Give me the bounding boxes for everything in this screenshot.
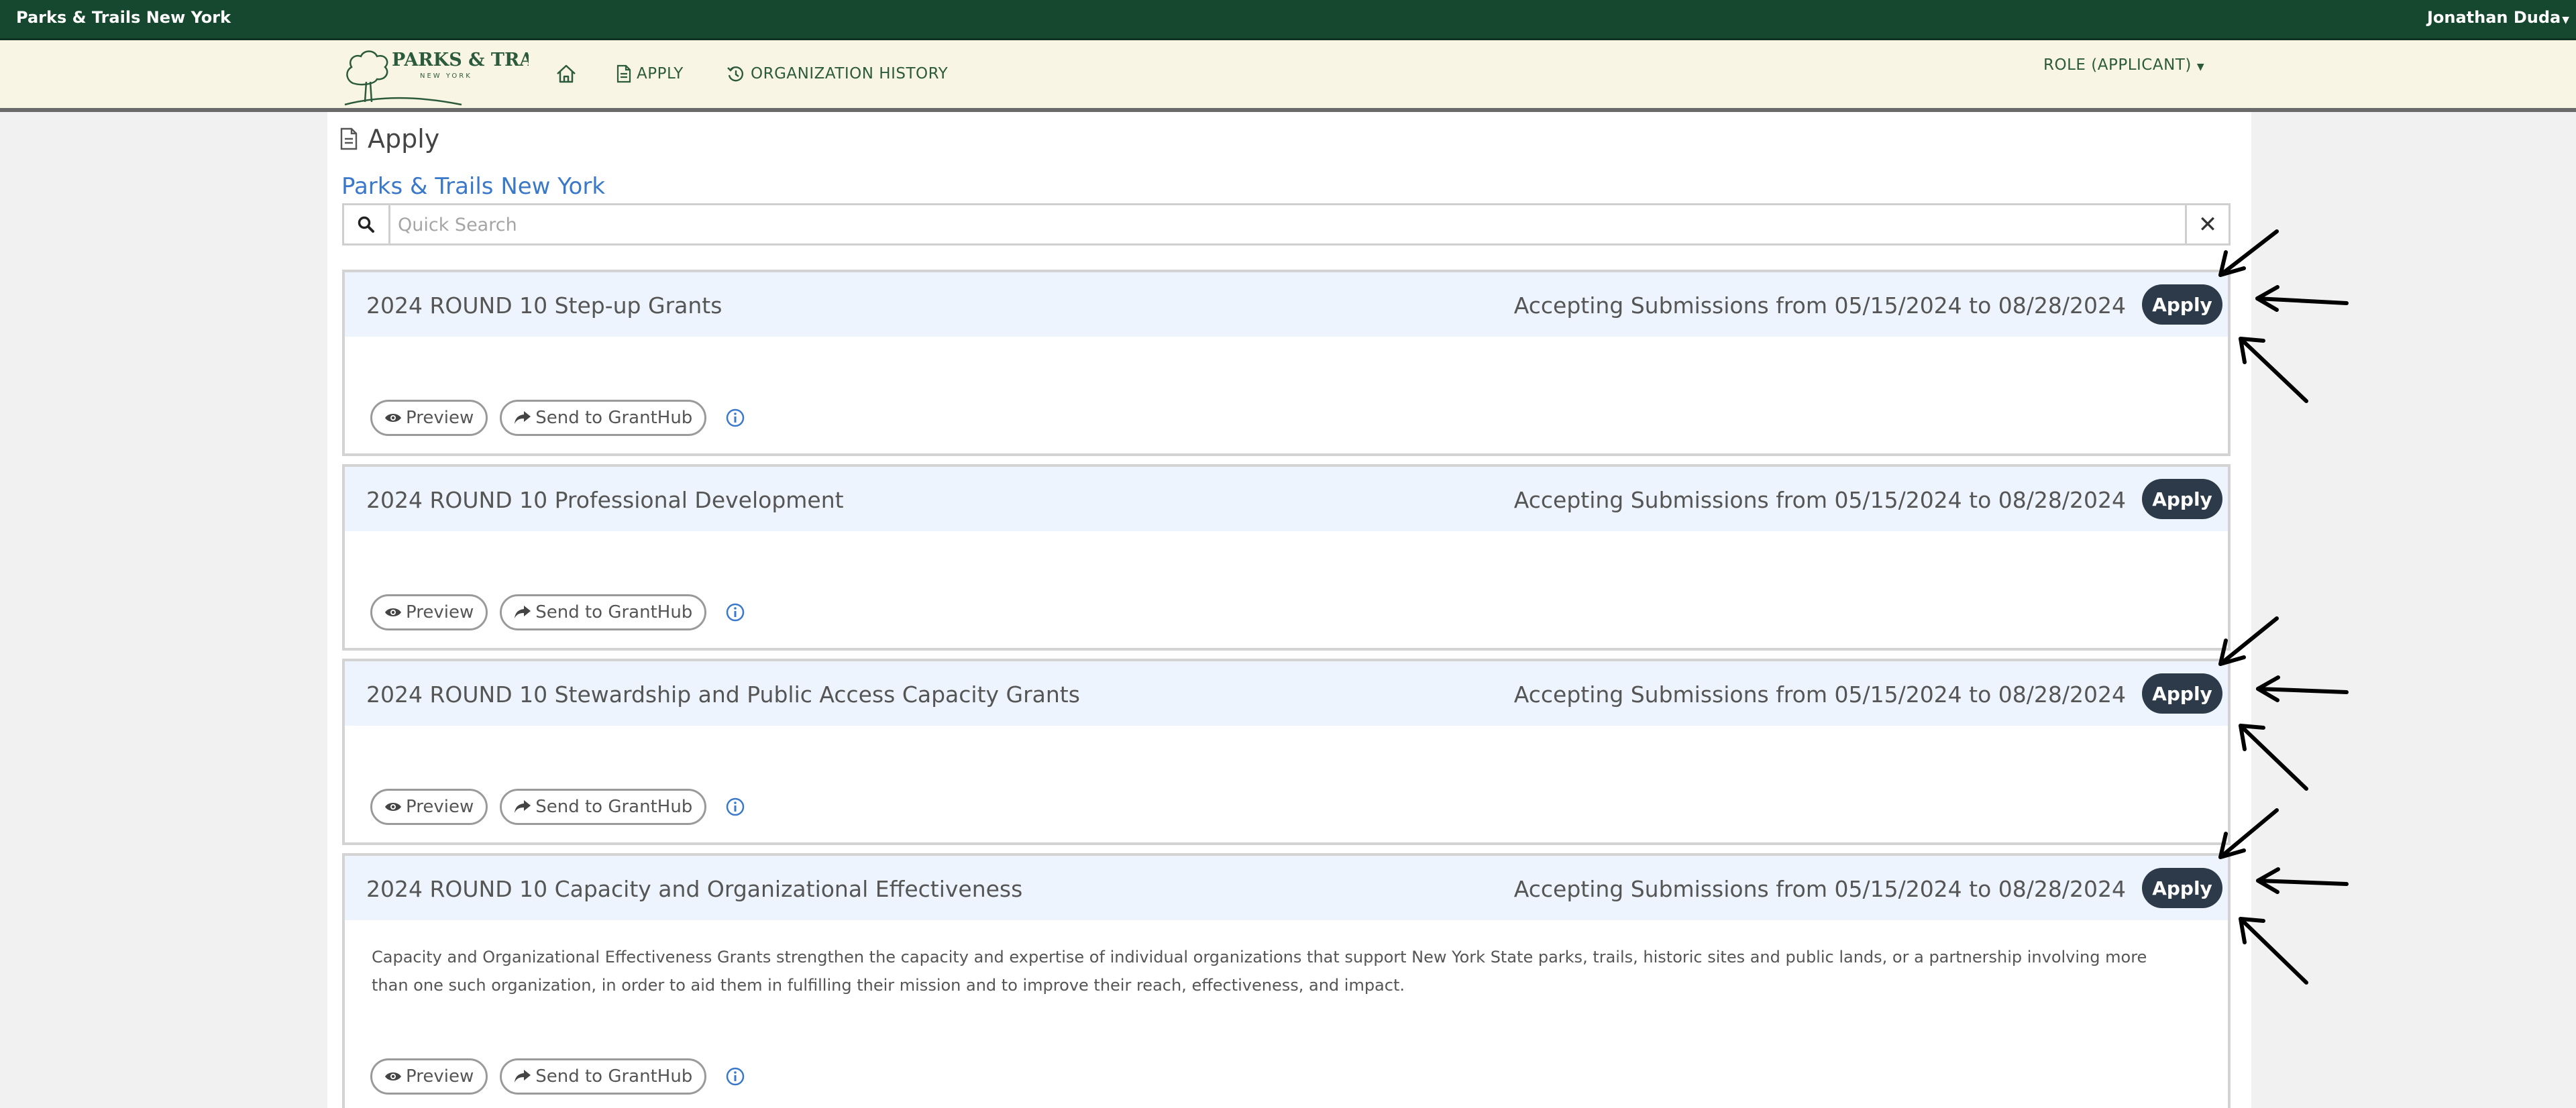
info-icon[interactable] xyxy=(725,1066,745,1087)
caret-down-icon[interactable]: ▼ xyxy=(2197,62,2204,72)
info-icon[interactable] xyxy=(725,797,745,817)
grant-title: 2024 ROUND 10 Step-up Grants xyxy=(366,292,722,319)
home-icon[interactable] xyxy=(554,62,578,86)
search-icon[interactable] xyxy=(344,205,390,243)
parks-trails-logo[interactable]: PARKS & TRAILS NEW YORK xyxy=(341,43,529,107)
quick-search: ✕ xyxy=(342,203,2231,245)
grant-title: 2024 ROUND 10 Professional Development xyxy=(366,487,844,513)
page-title-text: Apply xyxy=(368,124,440,154)
preview-label: Preview xyxy=(406,1066,474,1087)
grant-description: Capacity and Organizational Effectivenes… xyxy=(372,948,2147,995)
search-input[interactable] xyxy=(396,211,2130,239)
eye-icon xyxy=(385,1072,401,1081)
apply-button[interactable]: Apply xyxy=(2142,868,2222,908)
organization-name[interactable]: Parks & Trails New York xyxy=(341,173,605,200)
preview-button[interactable]: Preview xyxy=(370,789,488,825)
share-icon xyxy=(515,800,531,813)
page-title: Apply xyxy=(339,122,439,156)
preview-label: Preview xyxy=(406,797,474,817)
preview-label: Preview xyxy=(406,602,474,622)
caret-down-icon[interactable]: ▼ xyxy=(2562,15,2569,25)
submission-dates: Accepting Submissions from 05/15/2024 to… xyxy=(1513,292,2126,319)
info-icon[interactable] xyxy=(725,602,745,622)
share-icon xyxy=(515,411,531,424)
user-menu[interactable]: Jonathan Duda ▼ xyxy=(2427,8,2569,27)
document-icon xyxy=(340,127,358,150)
site-name[interactable]: Parks & Trails New York xyxy=(16,8,231,27)
send-to-granthub-button[interactable]: Send to GrantHub xyxy=(500,1058,707,1095)
grant-card: 2024 ROUND 10 Step-up Grants Accepting S… xyxy=(342,270,2231,456)
send-label: Send to GrantHub xyxy=(535,797,693,817)
history-icon xyxy=(727,66,743,82)
card-header: 2024 ROUND 10 Stewardship and Public Acc… xyxy=(345,661,2228,726)
nav-history-label: ORGANIZATION HISTORY xyxy=(751,65,949,82)
apply-button[interactable]: Apply xyxy=(2142,479,2222,519)
submission-dates: Accepting Submissions from 05/15/2024 to… xyxy=(1513,487,2126,513)
role-label[interactable]: ROLE (APPLICANT) xyxy=(2043,56,2192,74)
card-actions: Preview Send to GrantHub xyxy=(370,1057,745,1096)
top-bar: Parks & Trails New York Jonathan Duda ▼ xyxy=(0,0,2576,40)
send-to-granthub-button[interactable]: Send to GrantHub xyxy=(500,789,707,825)
card-header: 2024 ROUND 10 Step-up Grants Accepting S… xyxy=(345,272,2228,337)
grant-title: 2024 ROUND 10 Stewardship and Public Acc… xyxy=(366,681,1080,708)
eye-icon xyxy=(385,414,401,422)
share-icon xyxy=(515,1070,531,1083)
preview-button[interactable]: Preview xyxy=(370,594,488,630)
logo-subtext: NEW YORK xyxy=(420,72,472,80)
close-icon[interactable]: ✕ xyxy=(2185,205,2229,243)
send-label: Send to GrantHub xyxy=(535,408,693,428)
user-name[interactable]: Jonathan Duda xyxy=(2427,8,2561,27)
card-actions: Preview Send to GrantHub xyxy=(370,787,745,826)
submission-dates: Accepting Submissions from 05/15/2024 to… xyxy=(1513,876,2126,902)
nav-organization-history[interactable]: ORGANIZATION HISTORY xyxy=(727,62,948,86)
preview-button[interactable]: Preview xyxy=(370,1058,488,1095)
share-icon xyxy=(515,606,531,618)
apply-button[interactable]: Apply xyxy=(2142,673,2222,714)
grant-card: 2024 ROUND 10 Stewardship and Public Acc… xyxy=(342,659,2231,845)
nav-apply-label: APPLY xyxy=(637,65,684,82)
logo-text: PARKS & TRAILS xyxy=(392,50,529,70)
preview-button[interactable]: Preview xyxy=(370,400,488,436)
send-label: Send to GrantHub xyxy=(535,1066,693,1087)
submission-dates: Accepting Submissions from 05/15/2024 to… xyxy=(1513,681,2126,708)
eye-icon xyxy=(385,608,401,616)
document-icon xyxy=(616,64,631,83)
eye-icon xyxy=(385,803,401,811)
send-to-granthub-button[interactable]: Send to GrantHub xyxy=(500,594,707,630)
role-dropdown[interactable]: ROLE (APPLICANT) ▼ xyxy=(2043,56,2204,74)
nav-bar: PARKS & TRAILS NEW YORK APPLY ORGANIZATI… xyxy=(0,40,2576,112)
apply-button[interactable]: Apply xyxy=(2142,284,2222,325)
grant-title: 2024 ROUND 10 Capacity and Organizationa… xyxy=(366,876,1023,902)
grant-card: 2024 ROUND 10 Capacity and Organizationa… xyxy=(342,853,2231,1108)
send-label: Send to GrantHub xyxy=(535,602,693,622)
grant-card: 2024 ROUND 10 Professional Development A… xyxy=(342,464,2231,651)
card-header: 2024 ROUND 10 Capacity and Organizationa… xyxy=(345,856,2228,920)
card-actions: Preview Send to GrantHub xyxy=(370,398,745,437)
nav-apply[interactable]: APPLY xyxy=(616,62,684,86)
info-icon[interactable] xyxy=(725,408,745,428)
card-actions: Preview Send to GrantHub xyxy=(370,593,745,632)
card-header: 2024 ROUND 10 Professional Development A… xyxy=(345,467,2228,531)
preview-label: Preview xyxy=(406,408,474,428)
send-to-granthub-button[interactable]: Send to GrantHub xyxy=(500,400,707,436)
